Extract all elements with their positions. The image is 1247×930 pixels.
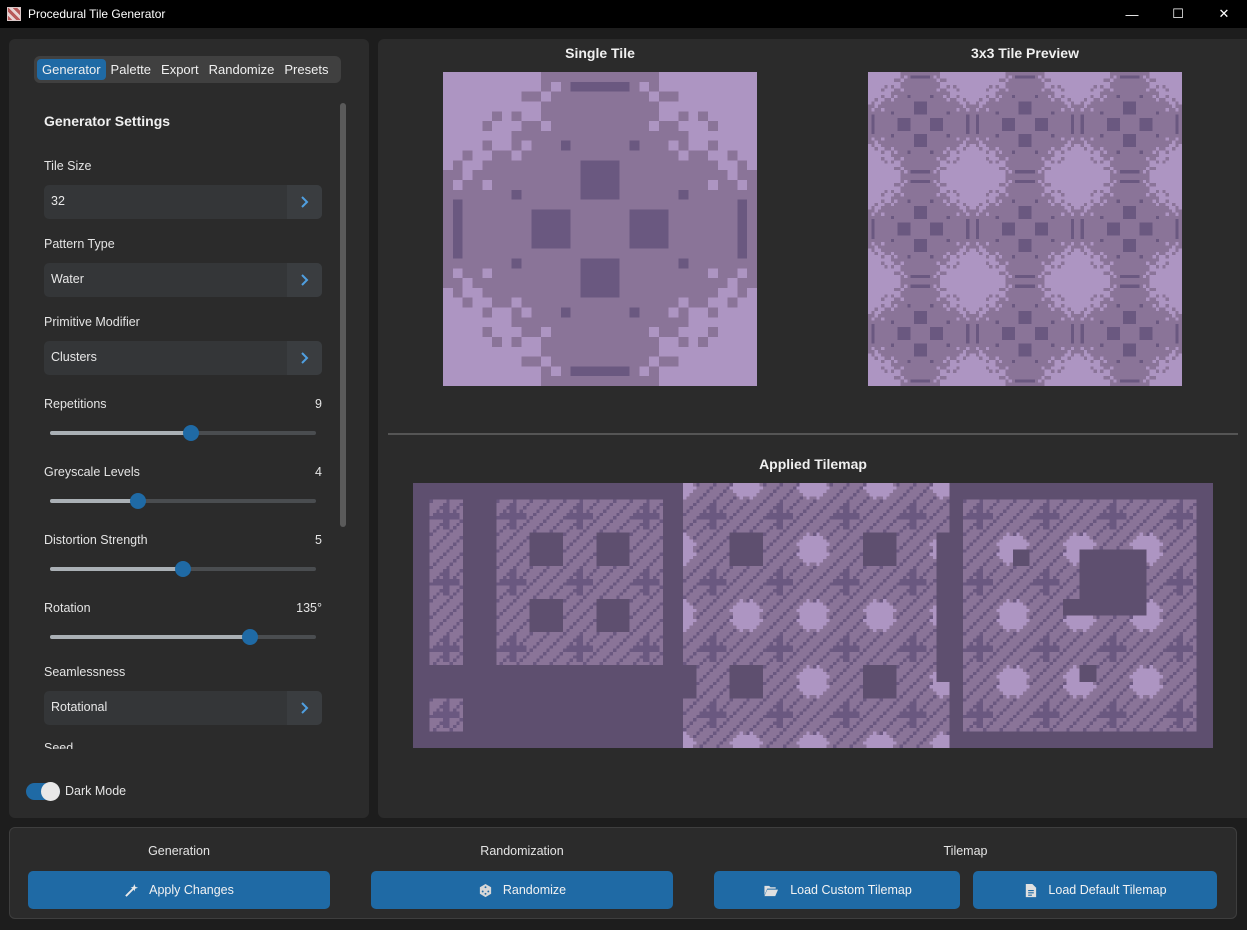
slider-fill [50,431,191,435]
dark-mode-label: Dark Mode [65,784,127,798]
primitive-modifier-value: Clusters [51,350,97,364]
tile-size-dropdown-button[interactable] [287,185,322,219]
pattern-type-value: Water [51,272,84,286]
maximize-button[interactable]: ☐ [1155,0,1201,28]
chevron-right-icon [300,352,308,364]
slider-fill [50,567,183,571]
rotation-slider[interactable] [50,629,316,645]
greyscale-levels-slider[interactable] [50,493,316,509]
slider-thumb[interactable] [182,425,199,441]
minimize-button[interactable]: — [1109,0,1155,28]
distortion-strength-slider[interactable] [50,561,316,577]
applied-tilemap-title: Applied Tilemap [759,456,867,472]
title-bar: Procedural Tile Generator — ☐ ✕ [0,0,1247,28]
settings-panel: Generator Palette Export Randomize Prese… [9,39,369,818]
preview-panel: Single Tile 3x3 Tile Preview Applied Til… [378,39,1247,818]
slider-thumb[interactable] [175,561,191,577]
pattern-type-dropdown-button[interactable] [287,263,322,297]
dark-mode-toggle[interactable] [26,782,60,801]
rotation-value: 135° [296,601,322,615]
single-tile-preview [443,72,757,386]
tile-preview-3x3 [868,72,1182,386]
slider-fill [50,499,138,503]
tab-export[interactable]: Export [156,59,204,80]
folder-open-icon [764,885,779,896]
applied-tilemap-preview [413,483,1213,748]
greyscale-levels-value: 4 [315,465,322,479]
load-custom-tilemap-button[interactable]: Load Custom Tilemap [714,871,960,909]
settings-scrollbar[interactable] [340,103,346,527]
seamlessness-label: Seamlessness [44,665,126,679]
close-button[interactable]: ✕ [1201,0,1247,28]
slider-thumb[interactable] [129,493,146,509]
randomization-label: Randomization [480,844,564,858]
apply-changes-button[interactable]: Apply Changes [28,871,330,909]
randomize-button[interactable]: Randomize [371,871,673,909]
primitive-modifier-label: Primitive Modifier [44,315,140,329]
action-panel: Generation Randomization Tilemap Apply C… [9,827,1237,919]
tilemap-label: Tilemap [943,844,988,858]
randomize-label: Randomize [502,883,567,897]
tab-generator[interactable]: Generator [37,59,106,80]
app-icon [7,7,21,21]
window-title: Procedural Tile Generator [28,7,166,21]
document-icon [1026,883,1037,897]
repetitions-label: Repetitions [44,397,107,411]
generation-label: Generation [148,844,210,858]
seamlessness-value: Rotational [51,700,108,714]
tile-size-value: 32 [51,194,65,208]
distortion-strength-label: Distortion Strength [44,533,148,547]
rotation-label: Rotation [44,601,91,615]
greyscale-levels-label: Greyscale Levels [44,465,140,479]
tile-size-combo[interactable]: 32 [44,185,322,219]
pattern-type-label: Pattern Type [44,237,115,251]
apply-changes-label: Apply Changes [149,883,234,897]
toggle-knob [41,782,60,801]
seed-label: Seed [44,741,74,749]
load-default-tilemap-label: Load Default Tilemap [1048,883,1167,897]
repetitions-slider[interactable] [50,425,316,441]
tab-bar: Generator Palette Export Randomize Prese… [34,56,341,83]
tab-palette[interactable]: Palette [106,59,156,80]
tab-randomize[interactable]: Randomize [204,59,280,80]
tile-preview-3x3-title: 3x3 Tile Preview [971,45,1079,61]
tile-size-label: Tile Size [44,159,92,173]
dice-icon [479,883,491,897]
pattern-type-combo[interactable]: Water [44,263,322,297]
primitive-modifier-combo[interactable]: Clusters [44,341,322,375]
chevron-right-icon [300,196,308,208]
load-default-tilemap-button[interactable]: Load Default Tilemap [973,871,1217,909]
tab-presets[interactable]: Presets [279,59,333,80]
chevron-right-icon [300,274,308,286]
primitive-modifier-dropdown-button[interactable] [287,341,322,375]
chevron-right-icon [300,702,308,714]
single-tile-title: Single Tile [565,45,635,61]
distortion-strength-value: 5 [315,533,322,547]
seamlessness-combo[interactable]: Rotational [44,691,322,725]
magic-wand-icon [125,883,139,897]
slider-fill [50,635,250,639]
load-custom-tilemap-label: Load Custom Tilemap [790,883,912,897]
divider [388,433,1238,435]
slider-thumb[interactable] [241,629,258,645]
settings-title: Generator Settings [44,113,171,129]
seamlessness-dropdown-button[interactable] [287,691,322,725]
repetitions-value: 9 [315,397,322,411]
